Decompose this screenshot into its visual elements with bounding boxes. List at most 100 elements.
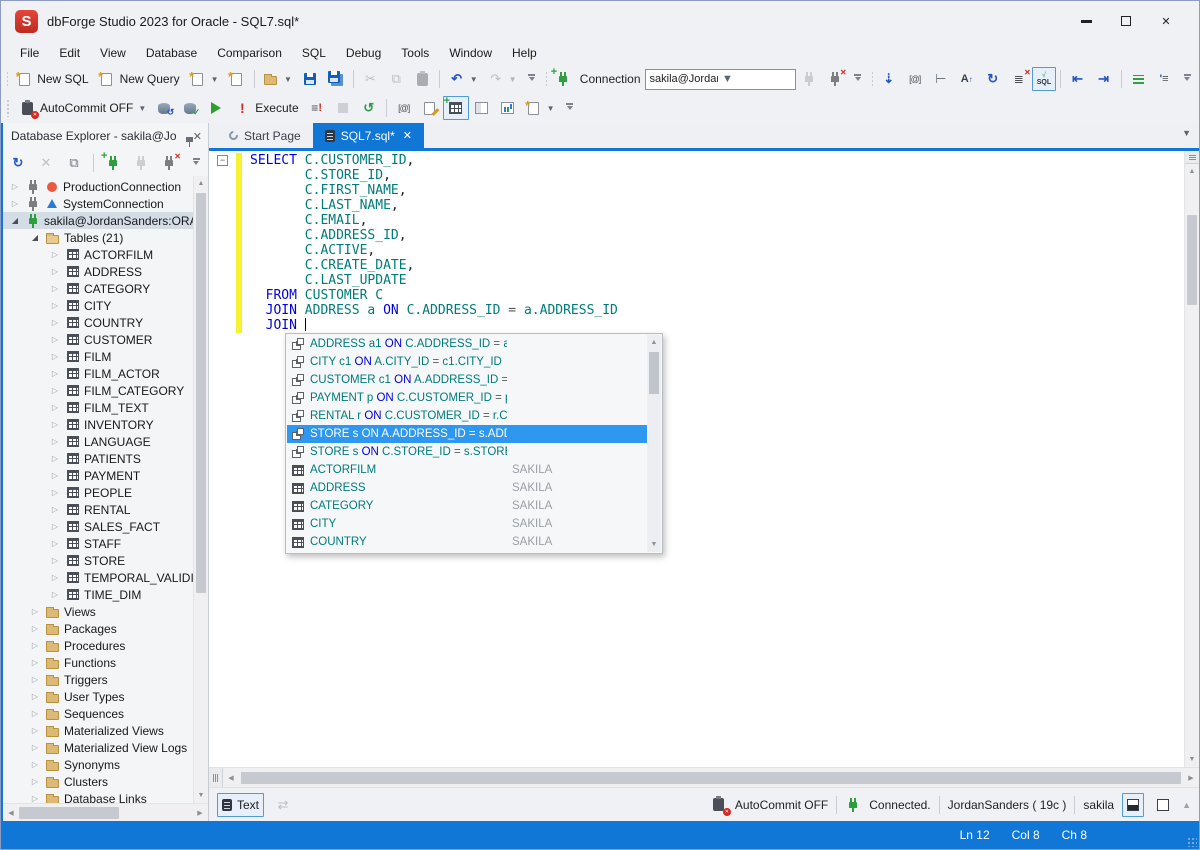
paste-button[interactable] bbox=[409, 67, 435, 91]
snippet-button[interactable] bbox=[417, 96, 443, 120]
layout-button[interactable] bbox=[469, 96, 495, 120]
tree-item-user-types[interactable]: ▷User Types bbox=[3, 688, 193, 705]
collapsed-arrow-icon[interactable]: ▷ bbox=[29, 624, 41, 633]
menu-debug[interactable]: Debug bbox=[337, 43, 390, 63]
collapsed-arrow-icon[interactable]: ▷ bbox=[9, 199, 21, 208]
toolbar-grip[interactable] bbox=[545, 71, 547, 87]
editor-vertical-scrollbar[interactable]: ▲ ▼ bbox=[1184, 151, 1199, 767]
connected-status-label[interactable]: Connected. bbox=[869, 798, 930, 812]
popup-scrollbar[interactable]: ▲ ▼ bbox=[647, 335, 661, 552]
tree-item-triggers[interactable]: ▷Triggers bbox=[3, 671, 193, 688]
parameters-button[interactable]: [@] bbox=[902, 67, 928, 91]
scrollbar-thumb[interactable] bbox=[1187, 215, 1197, 305]
sql-syntax-check-button[interactable]: √SQL bbox=[1032, 67, 1056, 91]
expanded-arrow-icon[interactable]: ◢ bbox=[29, 233, 41, 242]
comment-button[interactable]: '≡ bbox=[1151, 67, 1177, 91]
rename-button[interactable]: ⊢ bbox=[928, 67, 954, 91]
collapsed-arrow-icon[interactable]: ▷ bbox=[29, 743, 41, 752]
tree-item-inventory[interactable]: ▷INVENTORY bbox=[3, 416, 193, 433]
explorer-duplicate-button[interactable]: ⧉ bbox=[61, 151, 87, 175]
collapsed-arrow-icon[interactable]: ▷ bbox=[49, 471, 61, 480]
tree-item-sakila-jordansanders-oracl[interactable]: ◢sakila@JordanSanders:ORACL bbox=[3, 212, 193, 229]
menu-window[interactable]: Window bbox=[440, 43, 501, 63]
explorer-refresh-button[interactable]: ↻ bbox=[5, 151, 31, 175]
tree-item-synonyms[interactable]: ▷Synonyms bbox=[3, 756, 193, 773]
collapsed-arrow-icon[interactable]: ▷ bbox=[49, 386, 61, 395]
collapsed-arrow-icon[interactable]: ▷ bbox=[49, 590, 61, 599]
tree-item-language[interactable]: ▷LANGUAGE bbox=[3, 433, 193, 450]
collapsed-arrow-icon[interactable]: ▷ bbox=[49, 318, 61, 327]
tree-item-film-category[interactable]: ▷FILM_CATEGORY bbox=[3, 382, 193, 399]
edit-toolbar-overflow-button[interactable] bbox=[1177, 67, 1197, 91]
explorer-horizontal-scrollbar[interactable]: ◀ ▶ bbox=[3, 803, 208, 821]
expanded-arrow-icon[interactable]: ◢ bbox=[9, 216, 21, 225]
collapsed-arrow-icon[interactable]: ▷ bbox=[49, 437, 61, 446]
tree-item-clusters[interactable]: ▷Clusters bbox=[3, 773, 193, 790]
maximize-button[interactable] bbox=[1119, 14, 1133, 28]
new-sql-button[interactable]: New SQL bbox=[11, 67, 93, 91]
tree-item-payment[interactable]: ▷PAYMENT bbox=[3, 467, 193, 484]
collapsed-arrow-icon[interactable]: ▷ bbox=[49, 556, 61, 565]
collapsed-arrow-icon[interactable]: ▷ bbox=[49, 573, 61, 582]
menu-database[interactable]: Database bbox=[137, 43, 206, 63]
autocomplete-item[interactable]: CITYSAKILA bbox=[287, 515, 647, 533]
single-view-button[interactable] bbox=[1152, 793, 1174, 817]
history-button[interactable]: ↺ bbox=[356, 96, 382, 120]
tab-list-dropdown[interactable]: ▼ bbox=[1182, 128, 1191, 138]
tree-item-packages[interactable]: ▷Packages bbox=[3, 620, 193, 637]
tab-close-icon[interactable]: ✕ bbox=[403, 129, 412, 142]
tree-item-sales-fact[interactable]: ▷SALES_FACT bbox=[3, 518, 193, 535]
commit-button[interactable]: ✓ bbox=[177, 96, 203, 120]
tree-item-film-actor[interactable]: ▷FILM_ACTOR bbox=[3, 365, 193, 382]
format-code-button[interactable] bbox=[1125, 67, 1151, 91]
rollback-button[interactable]: ↺ bbox=[151, 96, 177, 120]
collapsed-arrow-icon[interactable]: ▷ bbox=[49, 539, 61, 548]
explorer-delete-button[interactable]: ✕ bbox=[33, 151, 59, 175]
connection-overflow-button[interactable] bbox=[848, 67, 868, 91]
tree-item-views[interactable]: ▷Views bbox=[3, 603, 193, 620]
collapsed-arrow-icon[interactable]: ▷ bbox=[49, 522, 61, 531]
refresh-button[interactable]: ↻ bbox=[980, 67, 1006, 91]
swap-view-button[interactable]: ⇄ bbox=[270, 793, 296, 817]
collapsed-arrow-icon[interactable]: ▷ bbox=[9, 182, 21, 191]
go-to-line-button[interactable]: ⇣ bbox=[876, 67, 902, 91]
stop-button[interactable] bbox=[330, 96, 356, 120]
tree-item-category[interactable]: ▷CATEGORY bbox=[3, 280, 193, 297]
collapsed-arrow-icon[interactable]: ▷ bbox=[49, 505, 61, 514]
tree-item-materialized-views[interactable]: ▷Materialized Views bbox=[3, 722, 193, 739]
split-view-button[interactable] bbox=[1122, 793, 1144, 817]
collapsed-arrow-icon[interactable]: ▷ bbox=[29, 709, 41, 718]
autocomplete-item[interactable]: PAYMENT p ON C.CUSTOMER_ID = p.CUSTOMER_… bbox=[287, 389, 647, 407]
autocomplete-item[interactable]: CITY c1 ON A.CITY_ID = c1.CITY_ID bbox=[287, 353, 647, 371]
new-query-button[interactable]: New Query bbox=[94, 67, 185, 91]
autocommit-button[interactable]: AutoCommit OFF ▼ bbox=[14, 96, 151, 120]
collapsed-arrow-icon[interactable]: ▷ bbox=[29, 658, 41, 667]
tree-item-actorfilm[interactable]: ▷ACTORFILM bbox=[3, 246, 193, 263]
autocomplete-item[interactable]: ADDRESSSAKILA bbox=[287, 479, 647, 497]
collapsed-arrow-icon[interactable]: ▷ bbox=[49, 250, 61, 259]
collapsed-arrow-icon[interactable]: ▷ bbox=[29, 675, 41, 684]
tree-item-city[interactable]: ▷CITY bbox=[3, 297, 193, 314]
tree-item-staff[interactable]: ▷STAFF bbox=[3, 535, 193, 552]
tree-item-temporal-validity-[interactable]: ▷TEMPORAL_VALIDITY_ bbox=[3, 569, 193, 586]
tree-item-systemconnection[interactable]: ▷SystemConnection bbox=[3, 195, 193, 212]
tree-item-customer[interactable]: ▷CUSTOMER bbox=[3, 331, 193, 348]
close-button[interactable]: ✕ bbox=[1159, 14, 1173, 28]
autocomplete-item[interactable]: STORE s ON A.ADDRESS_ID = s.ADDRESS_ID bbox=[287, 425, 647, 443]
decrease-indent-button[interactable]: ⇤ bbox=[1065, 67, 1091, 91]
tree-item-patients[interactable]: ▷PATIENTS bbox=[3, 450, 193, 467]
collapsed-arrow-icon[interactable]: ▷ bbox=[29, 777, 41, 786]
tree-item-sequences[interactable]: ▷Sequences bbox=[3, 705, 193, 722]
collapsed-arrow-icon[interactable]: ▷ bbox=[49, 488, 61, 497]
explorer-vertical-scrollbar[interactable]: ▲ ▼ bbox=[193, 176, 208, 803]
tree-item-rental[interactable]: ▷RENTAL bbox=[3, 501, 193, 518]
chart-button[interactable] bbox=[495, 96, 521, 120]
tree-item-store[interactable]: ▷STORE bbox=[3, 552, 193, 569]
collapsed-arrow-icon[interactable]: ▷ bbox=[49, 301, 61, 310]
connect-button[interactable] bbox=[796, 67, 822, 91]
text-view-button[interactable]: Text bbox=[217, 793, 264, 817]
tree-item-procedures[interactable]: ▷Procedures bbox=[3, 637, 193, 654]
execute-script-button[interactable]: ≡! bbox=[304, 96, 330, 120]
menu-help[interactable]: Help bbox=[503, 43, 546, 63]
collapsed-arrow-icon[interactable]: ▷ bbox=[49, 335, 61, 344]
